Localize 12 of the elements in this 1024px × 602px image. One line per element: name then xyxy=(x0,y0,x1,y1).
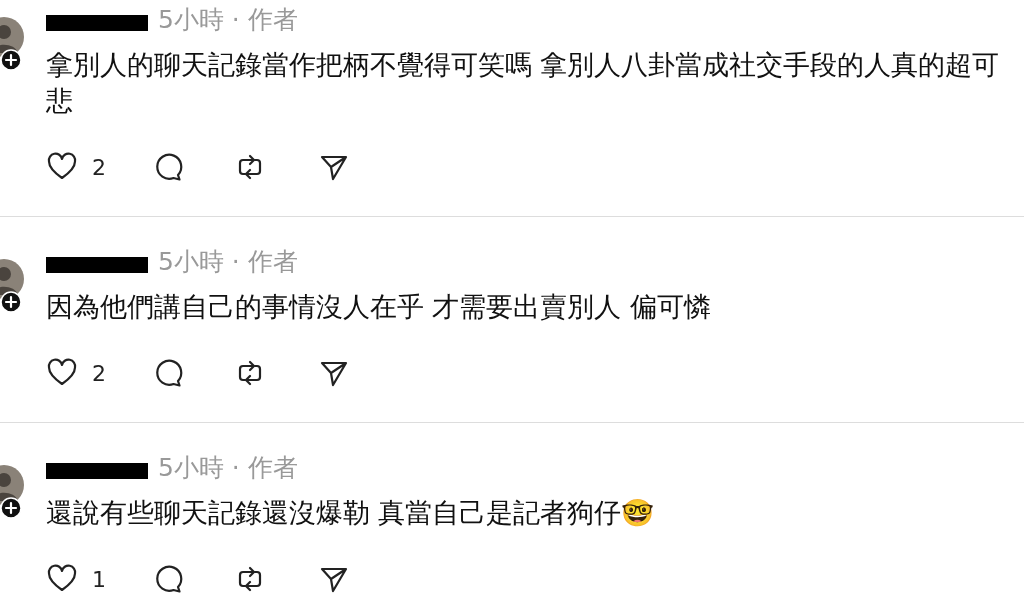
post-meta: 5小時 · 作者 xyxy=(158,5,298,35)
follow-plus-icon[interactable] xyxy=(0,49,22,71)
post-text: 還說有些聊天記錄還沒爆勒 真當自己是記者狗仔🤓 xyxy=(46,496,656,530)
like-button[interactable]: 1 xyxy=(46,563,152,595)
post-meta: 5小時 · 作者 xyxy=(158,247,298,277)
post-text: 拿別人的聊天記錄當作把柄不覺得可笑嗎 拿別人八卦當成社交手段的人真的超可悲 xyxy=(46,48,1001,118)
follow-plus-icon[interactable] xyxy=(0,291,22,313)
like-button[interactable]: 2 xyxy=(46,357,152,389)
post-meta: 5小時 · 作者 xyxy=(158,453,298,483)
post-text: 因為他們講自己的事情沒人在乎 才需要出賣別人 偏可憐 xyxy=(46,290,712,324)
like-button[interactable]: 2 xyxy=(46,151,152,183)
follow-plus-icon[interactable] xyxy=(0,497,22,519)
